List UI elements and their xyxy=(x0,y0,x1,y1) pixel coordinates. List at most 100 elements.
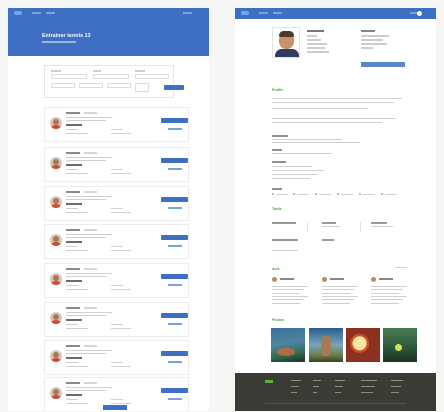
coach-card[interactable] xyxy=(44,302,189,337)
footer-link[interactable] xyxy=(391,386,401,388)
contact-coach-button[interactable] xyxy=(361,62,405,67)
footer-link[interactable] xyxy=(291,380,301,382)
coach-name[interactable] xyxy=(66,345,80,347)
nav-link-1[interactable] xyxy=(32,12,41,14)
date-input[interactable] xyxy=(51,83,75,88)
reviewer-avatar xyxy=(371,277,376,282)
review-text xyxy=(371,286,407,288)
coach-card[interactable] xyxy=(44,224,189,259)
coach-card[interactable] xyxy=(44,263,189,298)
coach-name[interactable] xyxy=(66,268,80,270)
gallery-photo[interactable] xyxy=(309,328,343,362)
footer-link[interactable] xyxy=(291,386,299,388)
footer-link[interactable] xyxy=(391,392,399,394)
search-button[interactable] xyxy=(164,85,184,90)
view-profile-button[interactable] xyxy=(161,118,188,123)
all-reviews-link[interactable] xyxy=(395,267,407,269)
coach-detail xyxy=(307,39,321,41)
coach-card[interactable] xyxy=(44,340,189,375)
coach-name[interactable] xyxy=(66,152,80,154)
text-line xyxy=(272,166,312,168)
coach-name[interactable] xyxy=(66,191,80,193)
footer-link[interactable] xyxy=(391,380,403,382)
coach-description xyxy=(66,276,106,278)
coach-description xyxy=(66,350,112,352)
footer-link[interactable] xyxy=(361,392,373,394)
coach-photo xyxy=(50,312,62,324)
checkbox[interactable] xyxy=(337,193,340,196)
checkbox[interactable] xyxy=(272,193,275,196)
site-logo[interactable] xyxy=(14,11,22,15)
hero-banner: Entrainer tennis 13 xyxy=(8,8,209,56)
contact-link[interactable] xyxy=(168,207,182,209)
time-input[interactable] xyxy=(79,83,103,88)
checkbox[interactable] xyxy=(315,193,318,196)
coach-tag xyxy=(111,399,123,401)
nav-link-1[interactable] xyxy=(259,12,268,14)
site-logo[interactable] xyxy=(241,11,249,15)
contact-link[interactable] xyxy=(168,128,182,130)
coach-card[interactable] xyxy=(44,147,189,182)
location-input[interactable] xyxy=(51,74,87,79)
footer-link[interactable] xyxy=(291,392,297,394)
footer-link[interactable] xyxy=(313,380,321,382)
rate-item xyxy=(272,239,298,241)
coach-description xyxy=(66,273,112,275)
coach-description xyxy=(66,387,112,389)
rate-item xyxy=(322,222,336,224)
gallery-photo[interactable] xyxy=(383,328,417,362)
contact-link[interactable] xyxy=(168,361,182,363)
coach-meta xyxy=(84,307,97,309)
contact-link[interactable] xyxy=(168,398,182,400)
coach-name[interactable] xyxy=(66,307,80,309)
footer-link[interactable] xyxy=(313,386,319,388)
footer-link[interactable] xyxy=(313,392,317,394)
view-profile-button[interactable] xyxy=(161,197,188,202)
price-select[interactable] xyxy=(135,74,169,79)
contact-link[interactable] xyxy=(168,168,182,170)
top-navigation xyxy=(235,8,436,19)
contact-link[interactable] xyxy=(168,245,182,247)
user-avatar-icon[interactable] xyxy=(417,11,422,16)
footer-link[interactable] xyxy=(361,386,375,388)
level-select[interactable] xyxy=(93,74,129,79)
footer-link[interactable] xyxy=(335,386,343,388)
contact-link[interactable] xyxy=(168,323,182,325)
view-profile-button[interactable] xyxy=(161,274,188,279)
text-line xyxy=(272,122,382,124)
view-profile-button[interactable] xyxy=(161,235,188,240)
portrait-hair xyxy=(279,31,294,37)
type-select[interactable] xyxy=(107,83,131,88)
view-profile-button[interactable] xyxy=(161,158,188,163)
view-profile-button[interactable] xyxy=(161,388,188,393)
review-text xyxy=(272,295,308,298)
checkbox[interactable] xyxy=(359,193,362,196)
coach-name[interactable] xyxy=(66,229,80,231)
checkbox[interactable] xyxy=(381,193,384,196)
nav-link-2[interactable] xyxy=(273,12,282,14)
coach-meta xyxy=(84,382,97,384)
coach-name[interactable] xyxy=(66,112,80,114)
coach-name[interactable] xyxy=(66,382,80,384)
coach-photo xyxy=(50,273,62,285)
gallery-photo[interactable] xyxy=(346,328,380,362)
coach-card[interactable] xyxy=(44,107,189,142)
footer-link[interactable] xyxy=(335,380,345,382)
footer-logo[interactable] xyxy=(265,380,273,383)
nav-account-link[interactable] xyxy=(183,12,192,14)
coach-photo xyxy=(50,350,62,362)
contact-link[interactable] xyxy=(168,284,182,286)
coach-description xyxy=(66,353,106,355)
nav-link-2[interactable] xyxy=(46,12,55,14)
footer-link[interactable] xyxy=(335,392,341,394)
footer-link[interactable] xyxy=(361,380,377,382)
load-more-button[interactable] xyxy=(103,405,127,410)
view-profile-button[interactable] xyxy=(161,313,188,318)
option-checkboxes[interactable] xyxy=(135,83,149,92)
view-profile-button[interactable] xyxy=(161,351,188,356)
gallery-photo[interactable] xyxy=(271,328,305,362)
coach-card[interactable] xyxy=(44,186,189,221)
checkbox[interactable] xyxy=(293,193,296,196)
coach-tag xyxy=(111,285,123,287)
review-text xyxy=(322,289,354,291)
